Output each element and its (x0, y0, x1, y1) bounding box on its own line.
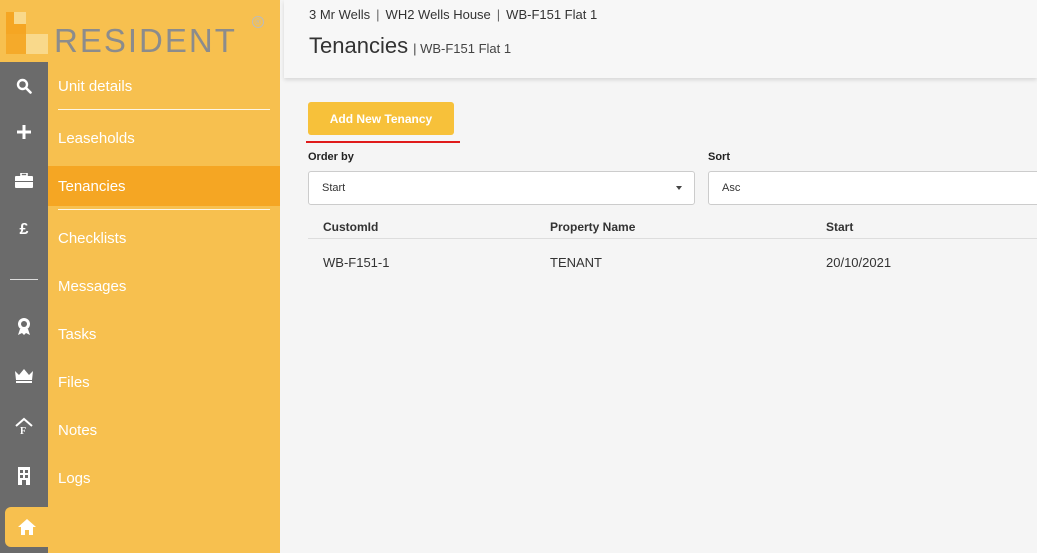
nav-item-logs[interactable]: Logs (48, 458, 280, 498)
add-new-tenancy-button[interactable]: Add New Tenancy (308, 102, 454, 135)
page-header: 3 Mr Wells | WH2 Wells House | WB-F151 F… (284, 0, 1037, 78)
table-row[interactable]: WB-F151-1 TENANT 20/10/2021 (308, 239, 1037, 284)
column-header[interactable]: CustomId (323, 220, 378, 234)
column-header[interactable]: Start (826, 220, 853, 234)
plus-icon[interactable] (0, 112, 48, 152)
order-by-select[interactable]: Start (308, 171, 695, 205)
building-icon[interactable] (0, 456, 48, 496)
section-nav: RESIDENT ® Unit details Leaseholds Tenan… (48, 0, 280, 553)
order-by-label: Order by (308, 151, 354, 163)
chevron-down-icon (676, 186, 682, 190)
crown-icon[interactable] (0, 356, 48, 396)
breadcrumb-item[interactable]: WB-F151 Flat 1 (506, 7, 597, 22)
nav-item-checklists[interactable]: Checklists (48, 218, 280, 258)
breadcrumb: 3 Mr Wells | WH2 Wells House | WB-F151 F… (309, 7, 597, 22)
cell-start: 20/10/2021 (826, 255, 892, 270)
nav-item-leaseholds[interactable]: Leaseholds (48, 118, 280, 158)
breadcrumb-item[interactable]: WH2 Wells House (386, 7, 491, 22)
nav-item-tenancies[interactable]: Tenancies (48, 166, 280, 206)
nav-item-files[interactable]: Files (48, 362, 280, 402)
svg-text:F: F (20, 426, 26, 435)
nav-item-notes[interactable]: Notes (48, 410, 280, 450)
sort-label: Sort (708, 151, 730, 163)
breadcrumb-separator: | (376, 7, 380, 22)
seal-icon[interactable] (0, 306, 48, 346)
cell-custom-id: WB-F151-1 (323, 255, 390, 270)
sort-value: Asc (722, 182, 741, 194)
order-by-value: Start (322, 182, 346, 194)
cell-property-name: TENANT (550, 255, 602, 270)
icon-rail: £ F (0, 0, 48, 553)
breadcrumb-item[interactable]: 3 Mr Wells (309, 7, 370, 22)
table-header: CustomId Property Name Start (308, 216, 1037, 239)
pound-icon[interactable]: £ (0, 210, 48, 250)
page-subtitle: | WB-F151 Flat 1 (413, 41, 512, 56)
registered-mark: ® (252, 16, 264, 28)
sort-select[interactable]: Asc (708, 171, 1037, 205)
nav-item-unit-details[interactable]: Unit details (48, 66, 280, 106)
page-title: Tenancies (309, 33, 409, 58)
brand-logo: RESIDENT (54, 22, 237, 59)
highlight-underline (306, 141, 460, 143)
nav-item-messages[interactable]: Messages (48, 266, 280, 306)
column-header[interactable]: Property Name (550, 220, 635, 234)
search-icon[interactable] (0, 66, 48, 106)
logo-mark (0, 0, 48, 62)
briefcase-icon[interactable] (0, 160, 48, 200)
home-icon[interactable] (5, 507, 48, 547)
nav-item-tasks[interactable]: Tasks (48, 314, 280, 354)
breadcrumb-separator: | (496, 7, 501, 22)
house-f-icon[interactable]: F (0, 406, 48, 446)
